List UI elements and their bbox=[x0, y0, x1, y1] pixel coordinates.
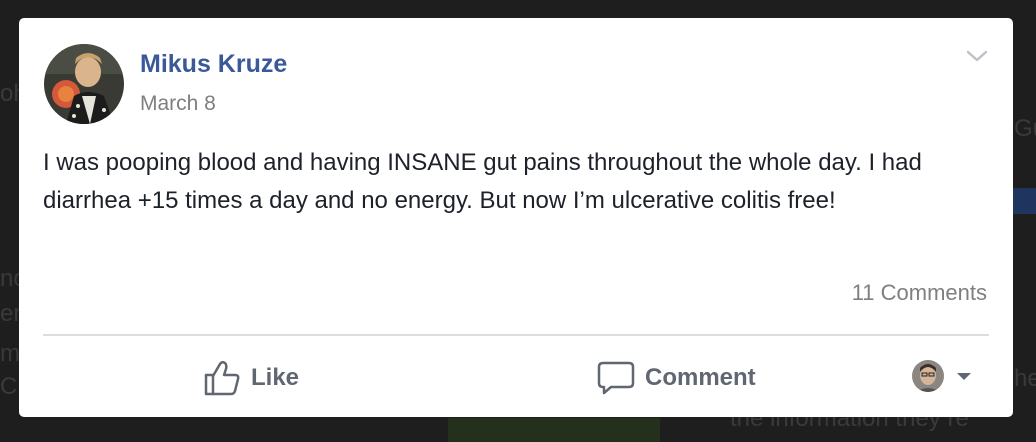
current-user-avatar bbox=[912, 360, 944, 392]
comment-button[interactable]: Comment bbox=[597, 358, 756, 398]
background-button-fragment bbox=[1010, 188, 1036, 214]
background-text-fragment: C bbox=[0, 373, 18, 400]
caret-down-icon bbox=[957, 373, 971, 380]
comment-as-selector[interactable] bbox=[912, 360, 974, 392]
current-user-avatar-photo bbox=[912, 360, 944, 392]
actions-divider bbox=[43, 334, 989, 336]
speech-bubble-icon bbox=[597, 361, 635, 395]
avatar-photo bbox=[44, 44, 124, 124]
chevron-down-icon[interactable] bbox=[966, 48, 988, 64]
post-date[interactable]: March 8 bbox=[140, 92, 216, 116]
comments-count-link[interactable]: 11 Comments bbox=[852, 280, 987, 306]
background-text-fragment: Gu bbox=[1014, 115, 1036, 142]
like-label: Like bbox=[251, 364, 300, 391]
background-text-fragment: he bbox=[1014, 365, 1036, 392]
thumbs-up-icon bbox=[204, 360, 240, 396]
like-button[interactable]: Like bbox=[203, 358, 299, 398]
post-body-text: I was pooping blood and having INSANE gu… bbox=[43, 149, 922, 214]
author-name-link[interactable]: Mikus Kruze bbox=[140, 50, 287, 79]
author-avatar[interactable] bbox=[44, 44, 124, 124]
background-image-fragment bbox=[448, 418, 660, 442]
background-text-fragment: m bbox=[0, 340, 20, 367]
post-card: Mikus Kruze March 8 I was pooping blood … bbox=[19, 18, 1013, 417]
comment-label: Comment bbox=[645, 364, 756, 391]
